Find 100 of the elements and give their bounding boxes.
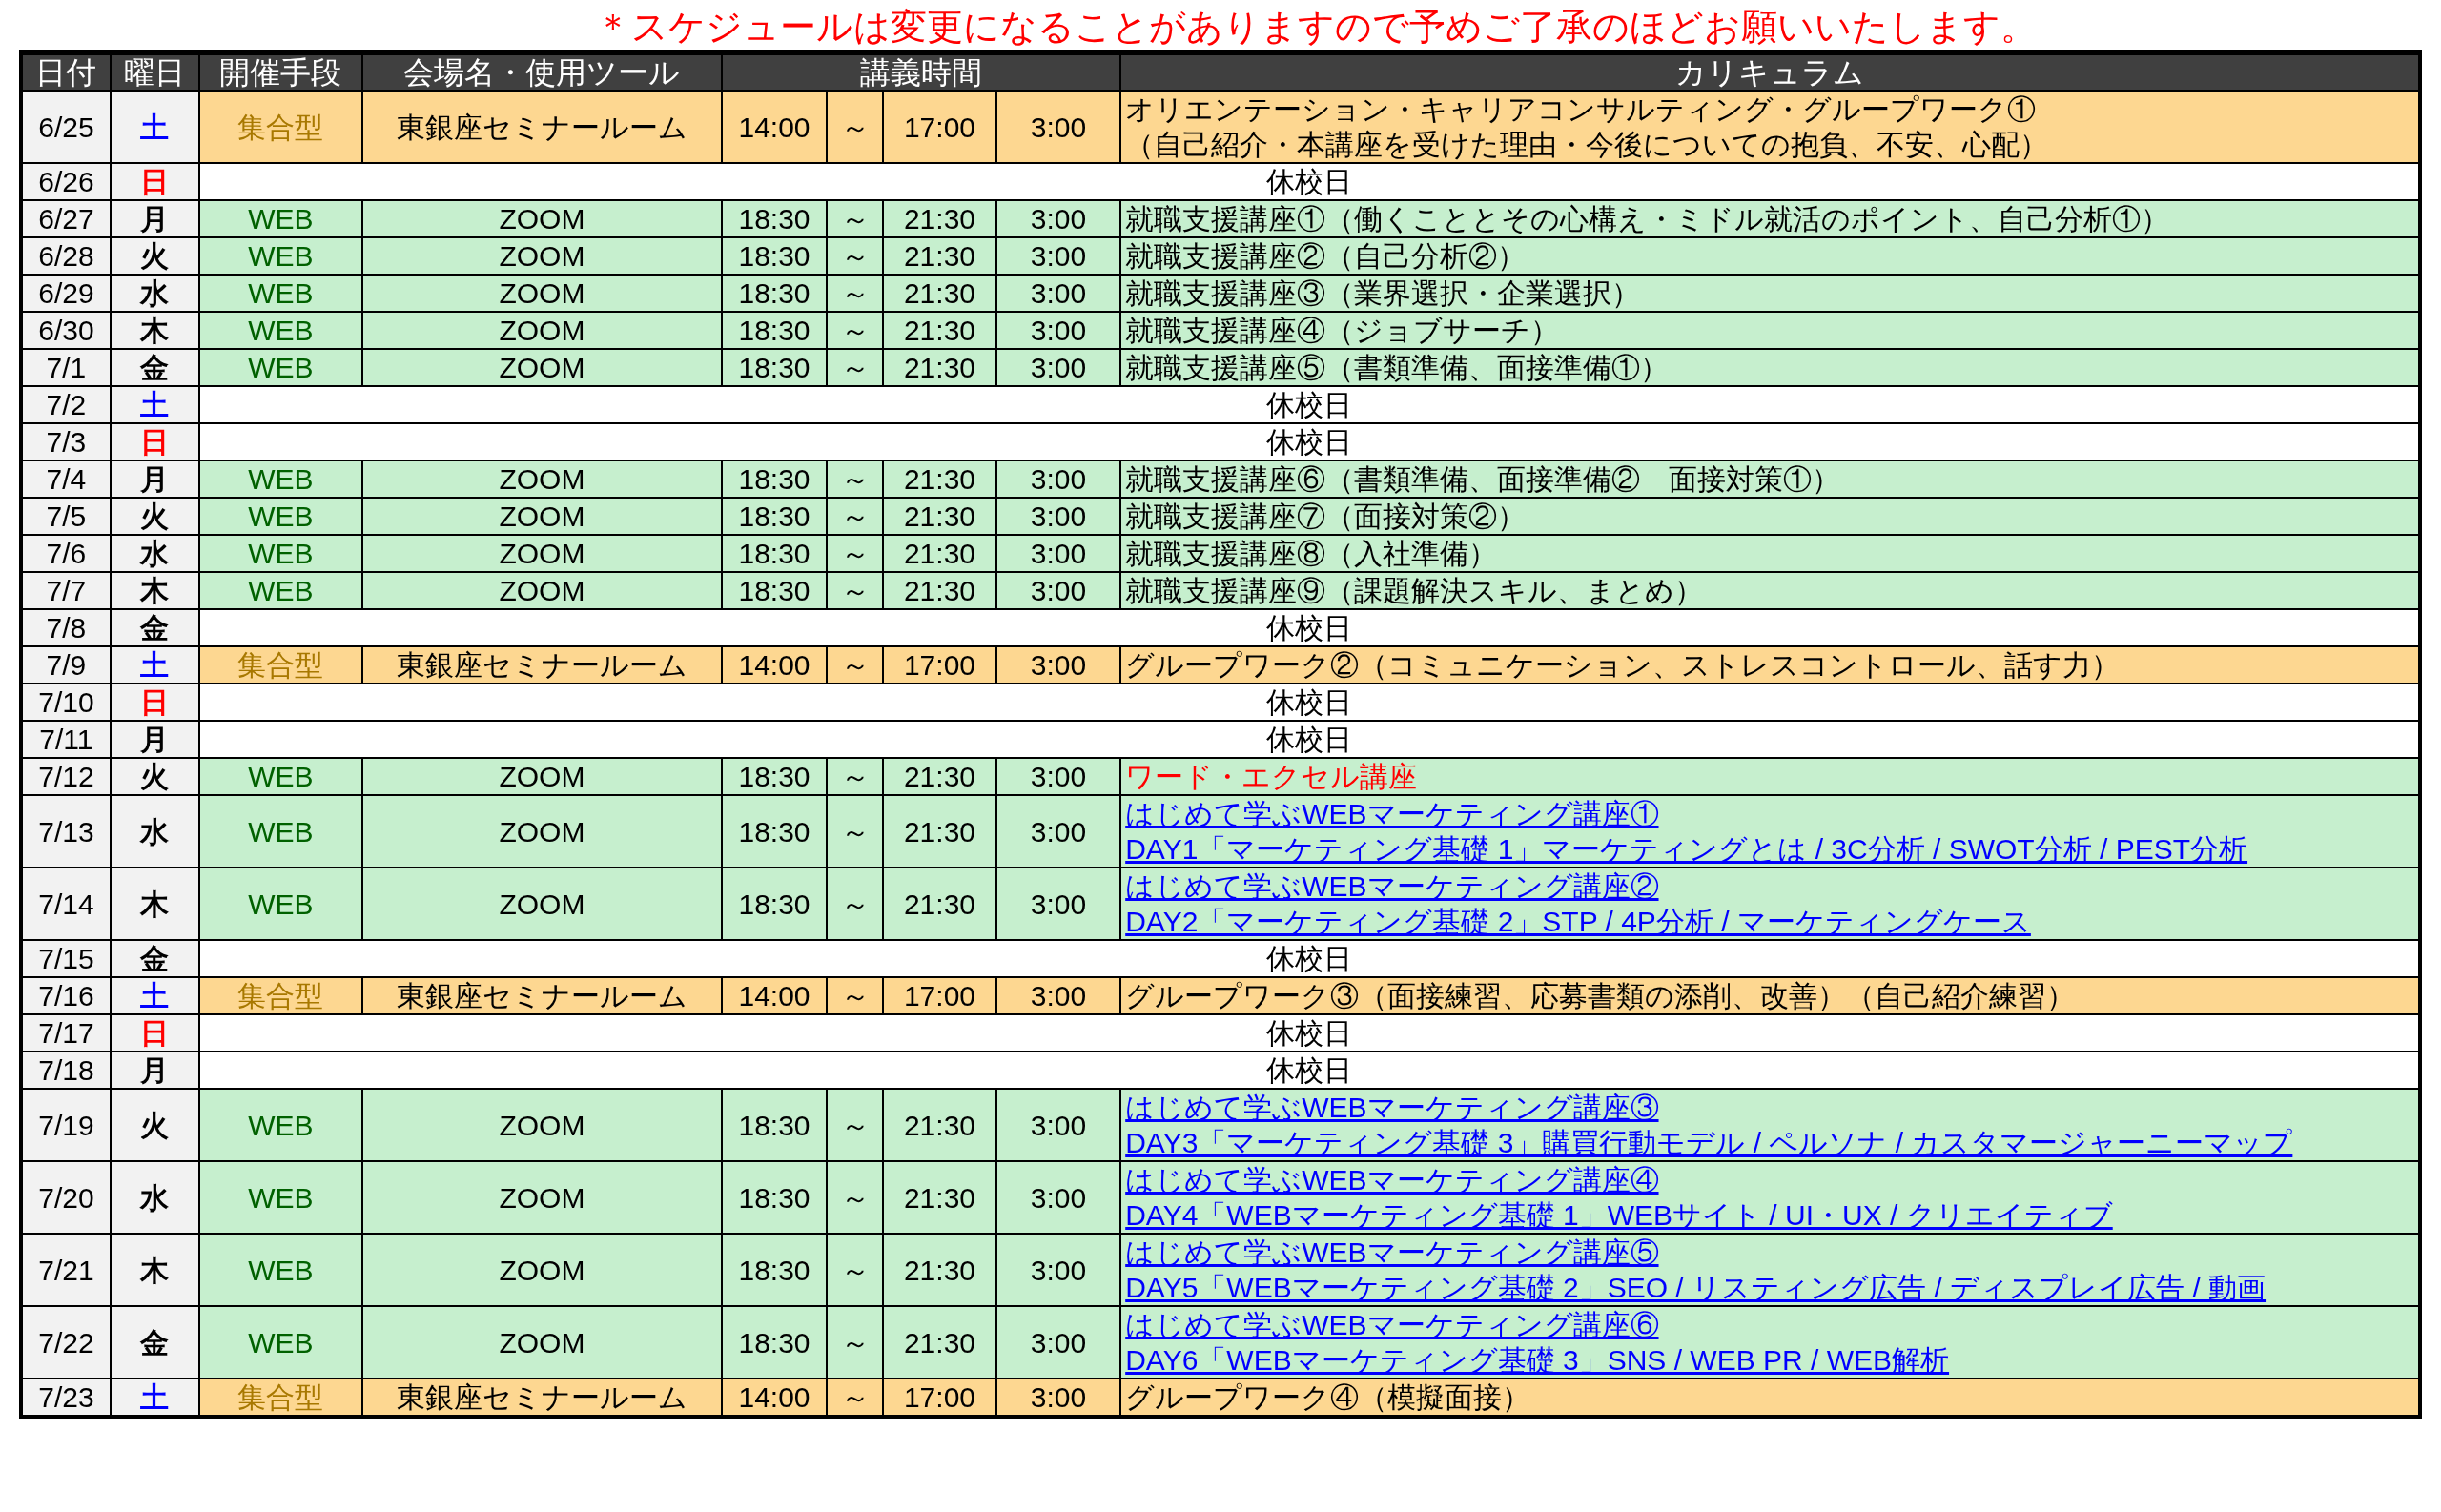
table-cell: WEB	[198, 758, 363, 795]
table-cell: 7/1	[21, 349, 111, 386]
curriculum-link[interactable]: DAY4「WEBマーケティング基礎 1」WEBサイト / UI・UX / クリエイティブ	[1125, 1199, 2113, 1231]
table-cell: 3:00	[995, 868, 1121, 940]
table-cell: 火	[110, 237, 199, 275]
table-cell: 21:30	[883, 1306, 996, 1379]
table-cell: 6/25	[21, 91, 111, 163]
table-cell: 7/10	[21, 684, 111, 721]
table-cell: ～	[827, 275, 884, 312]
table-cell: 休校日	[198, 1014, 2420, 1052]
table-cell: ZOOM	[362, 1089, 722, 1161]
curriculum-link[interactable]: DAY1「マーケティング基礎 1」マーケティングとは / 3C分析 / SWOT分析 / PEST分析	[1125, 833, 2248, 865]
curriculum-link[interactable]: DAY3「マーケティング基礎 3」購買行動モデル / ペルソナ / カスタマージャーニーマップ	[1125, 1127, 2293, 1158]
table-cell: 18:30	[721, 1306, 828, 1379]
table-cell: 東銀座セミナールーム	[362, 977, 722, 1014]
table-cell: 18:30	[721, 275, 828, 312]
table-cell: 17:00	[883, 1379, 996, 1417]
table-cell: 18:30	[721, 498, 828, 535]
curriculum-link[interactable]: DAY6「WEBマーケティング基礎 3」SNS / WEB PR / WEB解析	[1125, 1344, 1950, 1376]
curriculum-link[interactable]: はじめて学ぶWEBマーケティング講座②	[1125, 870, 1659, 902]
table-cell: 7/9	[21, 646, 111, 684]
table-cell: 18:30	[721, 758, 828, 795]
table-cell: 7/11	[21, 721, 111, 758]
table-cell: 7/7	[21, 572, 111, 609]
table-cell: 3:00	[995, 1161, 1121, 1234]
curriculum-link[interactable]: はじめて学ぶWEBマーケティング講座④	[1125, 1164, 1659, 1195]
table-cell: 21:30	[883, 1089, 996, 1161]
table-cell: WEB	[198, 1089, 363, 1161]
table-cell: 水	[110, 275, 199, 312]
table-cell: 17:00	[883, 91, 996, 163]
table-cell: 18:30	[721, 460, 828, 498]
table-cell: WEB	[198, 460, 363, 498]
table-cell: ～	[827, 535, 884, 572]
table-cell: 18:30	[721, 349, 828, 386]
column-header: 日付	[21, 54, 111, 91]
table-cell: 木	[110, 312, 199, 349]
curriculum-link[interactable]: DAY2「マーケティング基礎 2」STP / 4P分析 / マーケティングケース	[1125, 906, 2031, 937]
table-cell: 集合型	[198, 977, 363, 1014]
table-cell: 火	[110, 498, 199, 535]
table-cell: 7/12	[21, 758, 111, 795]
curriculum-text: 就職支援講座⑥（書類準備、面接準備② 面接対策①）	[1125, 463, 1841, 495]
table-cell: ZOOM	[362, 275, 722, 312]
curriculum-text: 就職支援講座①（働くこととその心構え・ミドル就活のポイント、自己分析①）	[1125, 203, 2170, 235]
table-cell: 17:00	[883, 977, 996, 1014]
curriculum-link[interactable]: はじめて学ぶWEBマーケティング講座①	[1125, 798, 1659, 829]
table-cell: ～	[827, 868, 884, 940]
table-cell: 6/29	[21, 275, 111, 312]
table-cell: 7/23	[21, 1379, 111, 1417]
table-cell: 21:30	[883, 1234, 996, 1306]
table-cell: 3:00	[995, 200, 1121, 237]
table-cell: 21:30	[883, 460, 996, 498]
table-cell: WEB	[198, 1161, 363, 1234]
table-cell: 3:00	[995, 1379, 1121, 1417]
table-cell: 3:00	[995, 1234, 1121, 1306]
table-cell: 21:30	[883, 868, 996, 940]
table-cell: ～	[827, 349, 884, 386]
table-cell: 3:00	[995, 1089, 1121, 1161]
table-cell: ZOOM	[362, 312, 722, 349]
curriculum-link[interactable]: DAY5「WEBマーケティング基礎 2」SEO / リスティング広告 / ディスプレイ広告 / 動画	[1125, 1272, 2267, 1303]
table-cell: 18:30	[721, 868, 828, 940]
curriculum-link[interactable]: はじめて学ぶWEBマーケティング講座③	[1125, 1092, 1659, 1123]
curriculum-text: （自己紹介・本講座を受けた理由・今後についての抱負、不安、心配）	[1125, 129, 2049, 160]
table-cell: 日	[110, 163, 199, 200]
table-cell: 21:30	[883, 275, 996, 312]
table-cell: 集合型	[198, 646, 363, 684]
table-cell: WEB	[198, 535, 363, 572]
table-cell: WEB	[198, 572, 363, 609]
curriculum-text: 就職支援講座⑦（面接対策②）	[1125, 501, 1527, 532]
table-cell: ～	[827, 91, 884, 163]
table-cell: 7/18	[21, 1052, 111, 1089]
table-cell: 日	[110, 1014, 199, 1052]
table-cell: 21:30	[883, 312, 996, 349]
curriculum-text: 就職支援講座②（自己分析②）	[1125, 240, 1527, 272]
table-cell: 集合型	[198, 1379, 363, 1417]
table-cell: ZOOM	[362, 868, 722, 940]
table-cell: ～	[827, 1306, 884, 1379]
column-header: 曜日	[110, 54, 199, 91]
table-cell: ～	[827, 977, 884, 1014]
table-cell: 21:30	[883, 1161, 996, 1234]
table-cell: 3:00	[995, 312, 1121, 349]
curriculum-link[interactable]: はじめて学ぶWEBマーケティング講座⑥	[1125, 1309, 1659, 1340]
table-cell: WEB	[198, 349, 363, 386]
table-cell: 土	[110, 386, 199, 423]
curriculum-link[interactable]: はじめて学ぶWEBマーケティング講座⑤	[1125, 1236, 1659, 1268]
table-cell: 休校日	[198, 609, 2420, 646]
table-cell: 3:00	[995, 572, 1121, 609]
table-cell: 3:00	[995, 349, 1121, 386]
table-cell: 水	[110, 1161, 199, 1234]
table-cell: ～	[827, 795, 884, 868]
table-cell: 14:00	[721, 646, 828, 684]
table-cell: 18:30	[721, 572, 828, 609]
table-cell: 3:00	[995, 460, 1121, 498]
table-cell: 18:30	[721, 1234, 828, 1306]
table-cell: 日	[110, 423, 199, 460]
table-cell: 休校日	[198, 940, 2420, 977]
table-cell: ～	[827, 572, 884, 609]
table-cell: 18:30	[721, 237, 828, 275]
table-cell: 休校日	[198, 386, 2420, 423]
curriculum-text: 就職支援講座⑤（書類準備、面接準備①）	[1125, 352, 1670, 383]
table-cell: 21:30	[883, 200, 996, 237]
